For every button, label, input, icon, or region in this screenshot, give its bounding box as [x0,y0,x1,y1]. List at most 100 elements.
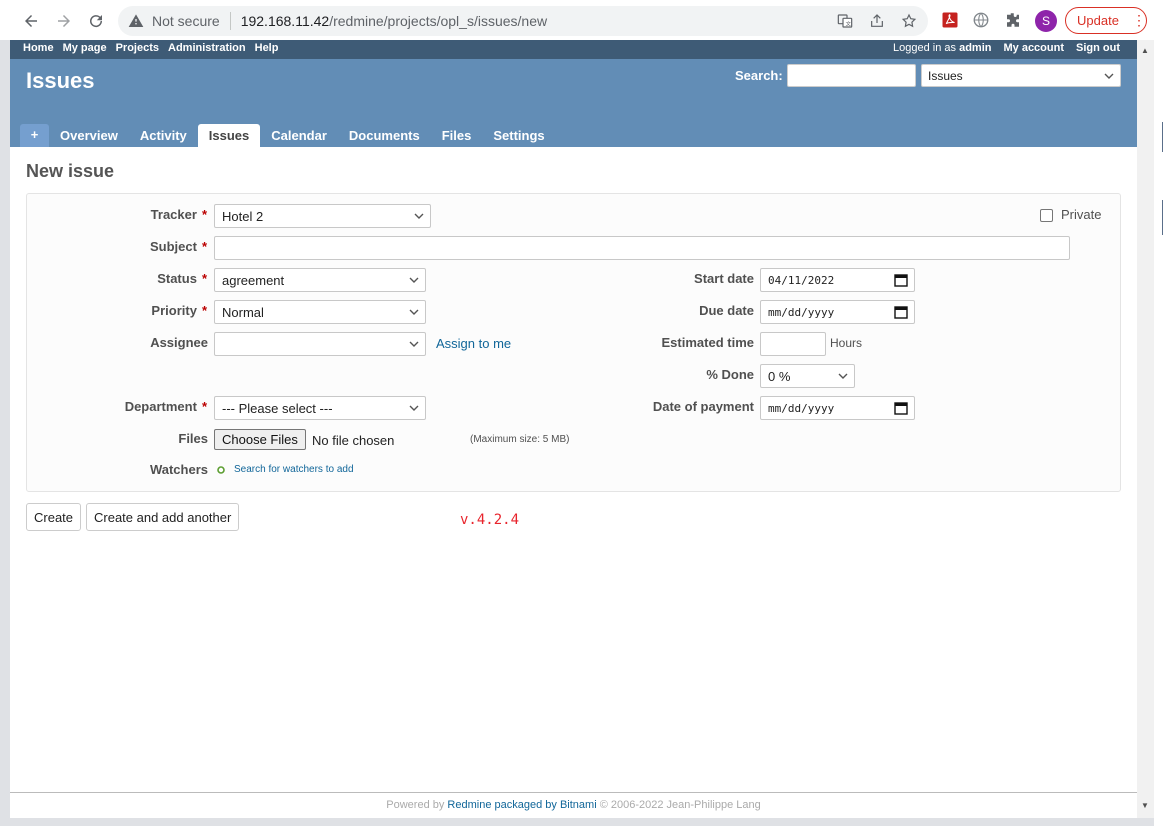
tab-activity[interactable]: Activity [129,124,198,147]
date-of-payment-input[interactable]: mm/dd/yyyy [760,396,915,420]
url-host: 192.168.11.42 [240,13,330,29]
omnibox-separator [229,12,231,30]
arrow-right-icon [58,15,70,27]
tab-settings[interactable]: Settings [482,124,555,147]
subject-label: Subject * [149,239,207,254]
reload-button[interactable] [83,8,109,34]
footer-powered-by: Powered by [386,799,445,811]
calendar-icon[interactable] [894,273,908,287]
tracker-label: Tracker * [150,207,207,222]
tracker-value: Hotel 2 [222,209,264,224]
tab-files[interactable]: Files [431,124,483,147]
calendar-icon[interactable] [894,305,908,319]
chevron-down-icon [414,213,424,219]
forward-button[interactable] [51,8,77,34]
sign-out-link[interactable]: Sign out [1076,42,1120,54]
tab-issues[interactable]: Issues [197,124,261,147]
project-header: Issues Search: Issues + Overview Activit… [10,59,1137,147]
assignee-label: Assignee [150,335,208,350]
estimated-time-label: Estimated time [661,335,754,350]
vertical-scrollbar[interactable] [1137,40,1154,818]
choose-files-button[interactable]: Choose Files [214,429,306,450]
top-menu: Home My page Projects Administration Hel… [10,40,1137,59]
scroll-up-icon[interactable]: ▲ [1141,46,1149,55]
tab-documents[interactable]: Documents [338,124,431,147]
start-date-label: Start date [694,271,754,286]
subject-input[interactable] [214,236,1070,260]
calendar-icon[interactable] [894,401,908,415]
pdf-extension-icon[interactable] [941,11,959,29]
bookmark-star-icon[interactable] [901,13,917,29]
estimated-time-input[interactable] [760,332,826,356]
globe-extension-icon[interactable] [972,11,990,29]
search-input[interactable] [787,64,916,87]
create-and-add-another-button[interactable]: Create and add another [86,503,240,531]
date-of-payment-value: mm/dd/yyyy [768,402,835,415]
main-tabs: + Overview Activity Issues Calendar Docu… [20,124,556,147]
back-button[interactable] [18,8,44,34]
profile-avatar[interactable]: S [1035,10,1057,32]
new-issue-heading: New issue [26,161,115,181]
redmine-link[interactable]: Redmine [447,799,491,811]
private-label: Private [1061,207,1102,222]
update-button[interactable]: Update ⋮ [1065,7,1147,34]
top-menu-help[interactable]: Help [255,42,279,54]
date-of-payment-label: Date of payment [652,399,754,414]
search-label: Search: [735,68,783,83]
address-bar[interactable]: Not secure 192.168.11.42/redmine/project… [118,6,928,36]
translate-icon[interactable]: 文 [837,13,853,29]
security-label[interactable]: Not secure [152,13,220,29]
new-issue-form: Tracker * Hotel 2 Private Subject * Status… [26,193,1121,492]
create-button[interactable]: Create [26,503,82,531]
search-scope-value: Issues [928,69,963,83]
browser-toolbar: Not secure 192.168.11.42/redmine/project… [0,0,1163,40]
footer-packaged-by: packaged by [494,799,557,811]
logged-in-user[interactable]: admin [959,42,991,54]
tracker-select[interactable]: Hotel 2 [214,204,431,228]
tab-calendar[interactable]: Calendar [260,124,338,147]
arrow-left-icon [25,15,37,27]
department-value: --- Please select --- [222,401,333,416]
priority-select[interactable]: Normal [214,300,426,324]
status-select[interactable]: agreement [214,268,426,292]
top-menu-projects[interactable]: Projects [116,42,159,54]
search-scope-select[interactable]: Issues [921,64,1121,87]
files-label: Files [178,431,208,446]
warning-icon [128,14,144,27]
hours-label: Hours [830,336,863,350]
due-date-label: Due date [699,303,754,318]
chevron-down-icon [409,341,419,347]
department-select[interactable]: --- Please select --- [214,396,426,420]
page-viewport: Home My page Projects Administration Hel… [10,40,1137,818]
search-watchers-link[interactable]: Search for watchers to add [234,464,354,475]
assignee-select[interactable] [214,332,426,356]
private-checkbox[interactable] [1040,209,1053,222]
background-window-edge [1154,40,1163,826]
logged-in-status: Logged in as admin [893,42,991,54]
puzzle-extensions-icon[interactable] [1004,11,1022,29]
my-account-link[interactable]: My account [1003,42,1064,54]
tab-overview[interactable]: Overview [49,124,129,147]
top-menu-administration[interactable]: Administration [168,42,246,54]
chevron-down-icon [409,277,419,283]
priority-label: Priority * [151,303,207,318]
scroll-down-icon[interactable]: ▼ [1141,801,1149,810]
share-icon[interactable] [869,13,885,29]
assign-to-me-link[interactable]: Assign to me [436,336,511,351]
top-menu-home[interactable]: Home [23,42,54,54]
start-date-input[interactable]: 04/11/2022 [760,268,915,292]
add-watchers-icon[interactable] [217,466,225,474]
kebab-menu-icon[interactable]: ⋮ [1132,13,1146,27]
version-note: v.4.2.4 [460,512,520,528]
bitnami-link[interactable]: Bitnami [560,799,597,811]
due-date-input[interactable]: mm/dd/yyyy [760,300,915,324]
top-menu-my-page[interactable]: My page [63,42,107,54]
reload-icon [90,15,103,28]
new-object-tab[interactable]: + [20,124,49,147]
url-text[interactable]: 192.168.11.42/redmine/projects/opl_s/iss… [241,13,547,29]
chevron-down-icon [409,309,419,315]
done-ratio-select[interactable]: 0 % [760,364,855,388]
start-date-value: 04/11/2022 [768,274,835,287]
logged-in-prefix: Logged in as [893,42,957,54]
chevron-down-icon [409,405,419,411]
